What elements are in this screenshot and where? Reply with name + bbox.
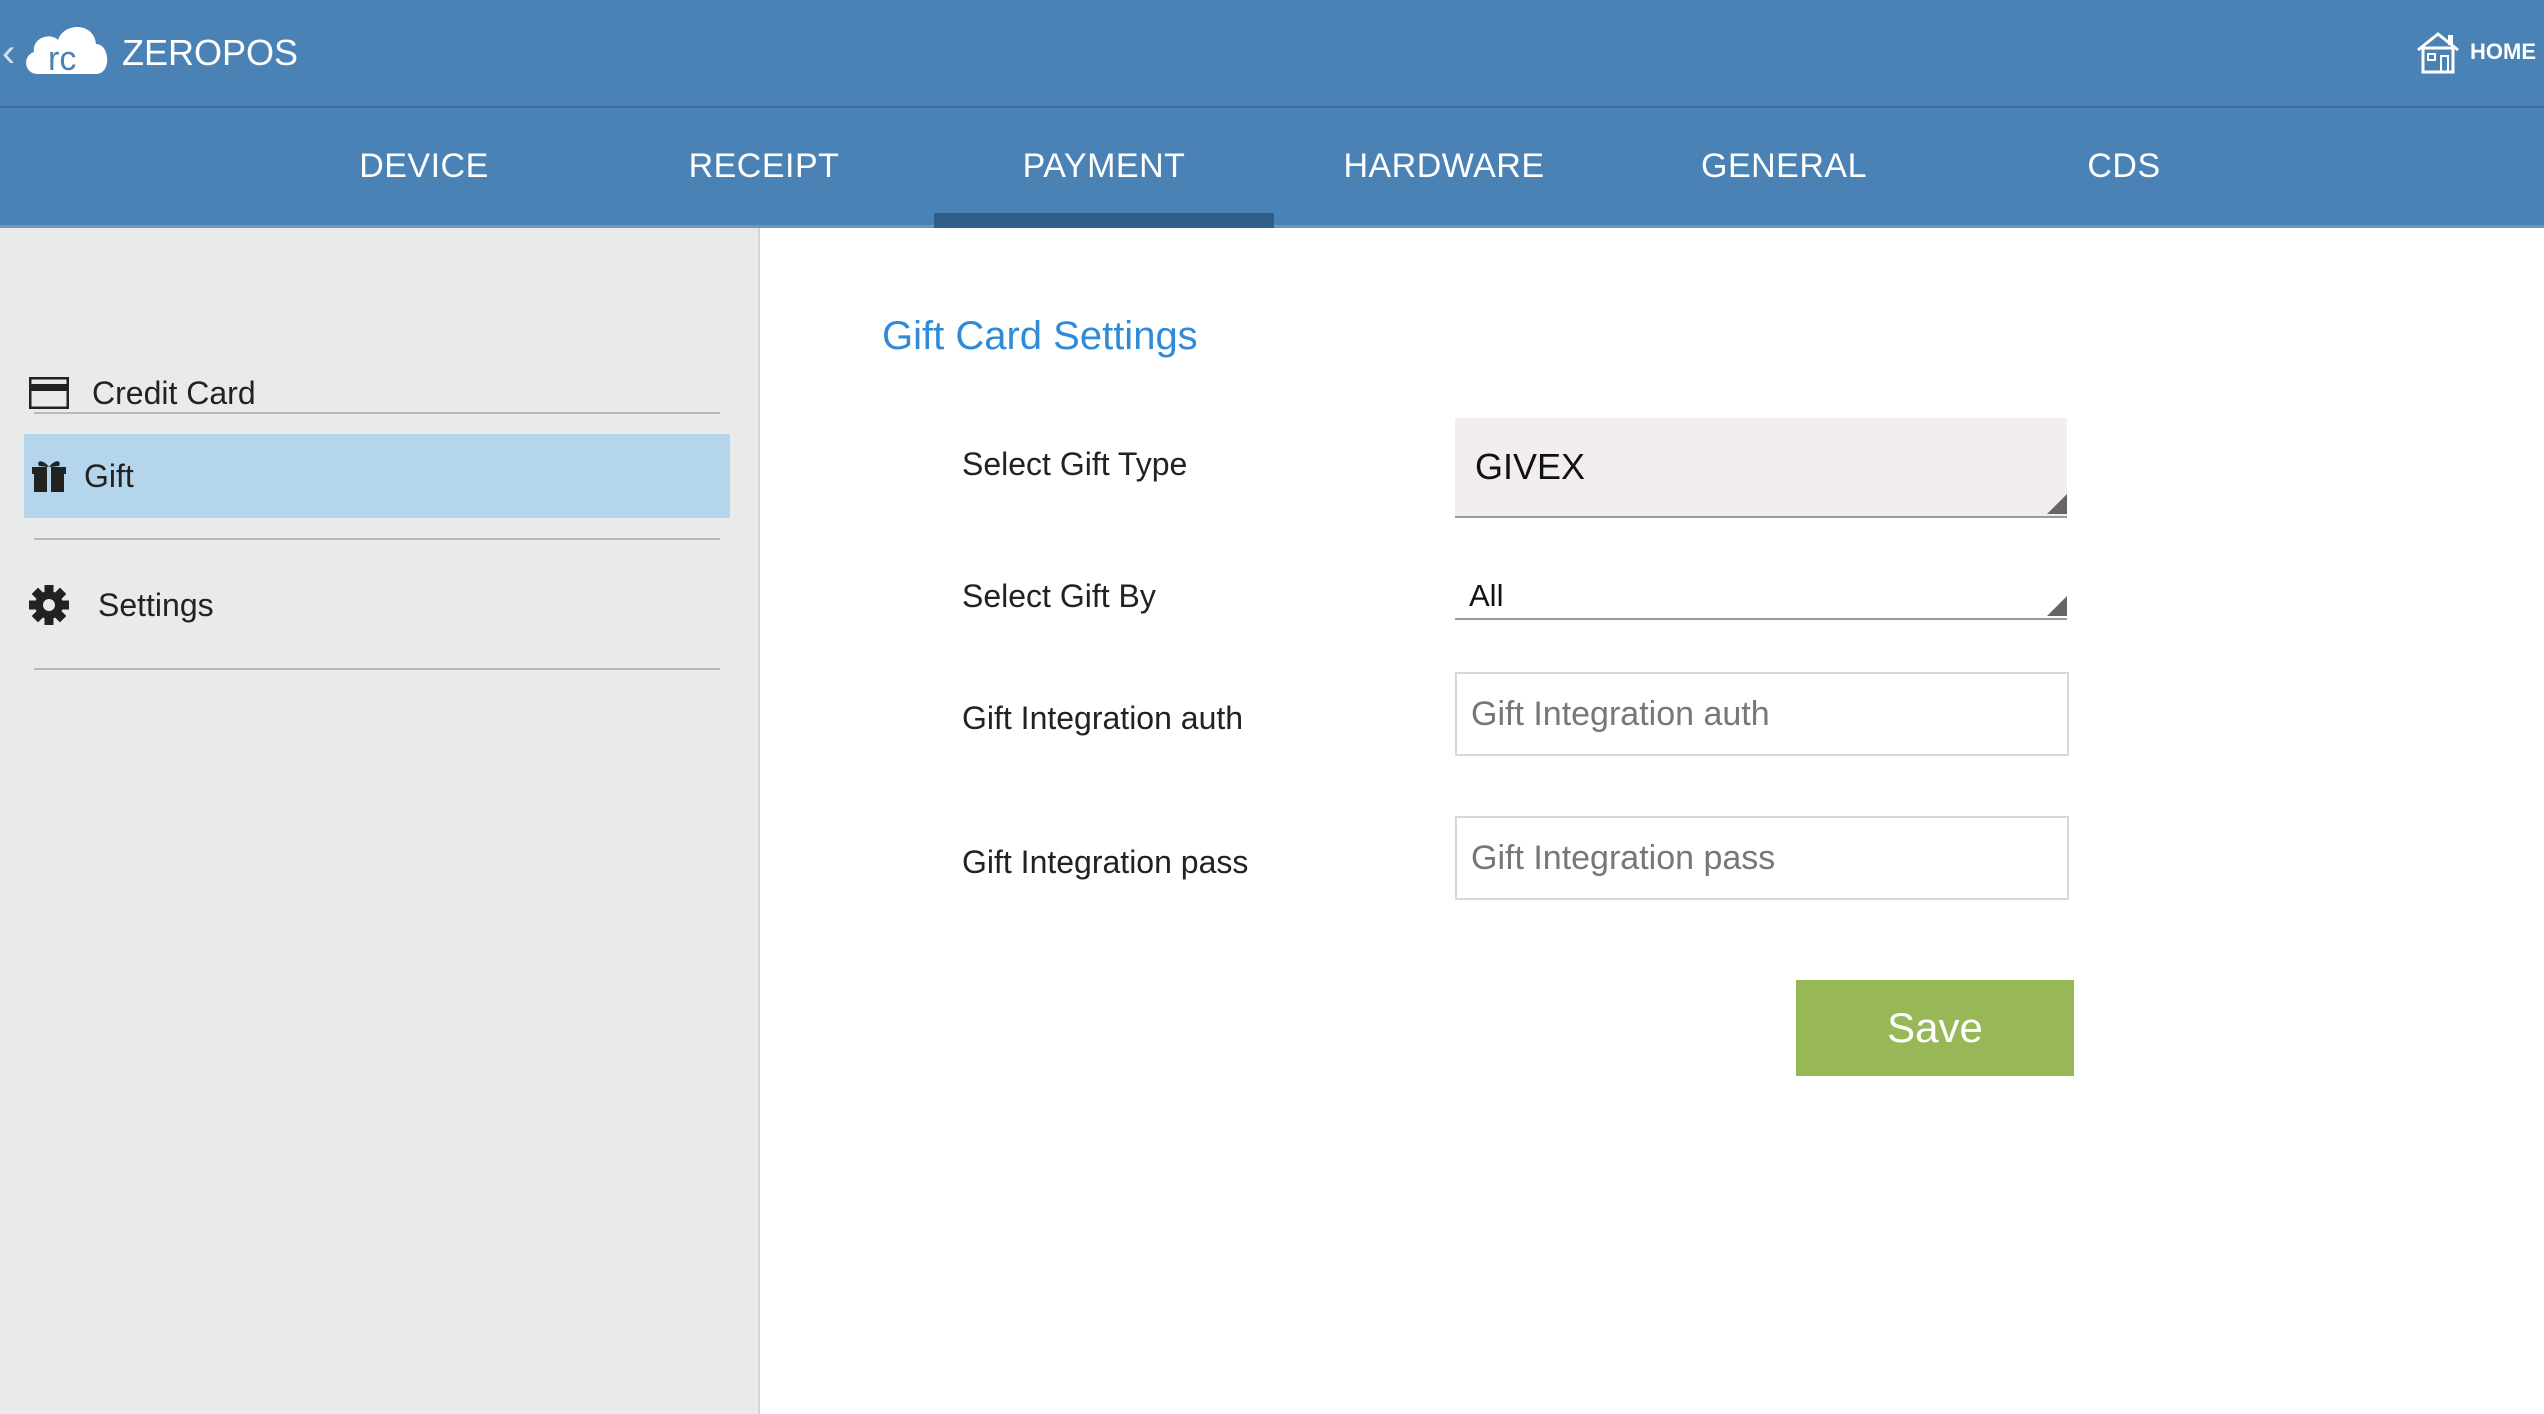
app-bar: ‹ rc ZEROPOS HOME	[0, 0, 2544, 108]
gift-by-select[interactable]: All	[1455, 564, 2067, 620]
tab-hardware[interactable]: HARDWARE	[1274, 108, 1614, 225]
gear-icon	[24, 580, 74, 630]
sidebar-item-gift[interactable]: Gift	[24, 434, 730, 518]
sidebar-divider	[34, 668, 720, 670]
gift-integration-auth-input[interactable]	[1455, 672, 2069, 756]
sidebar-item-label: Credit Card	[92, 374, 256, 411]
gift-icon	[24, 451, 74, 501]
auth-label: Gift Integration auth	[962, 700, 1244, 736]
gift-by-value: All	[1469, 578, 1504, 613]
section-title: Gift Card Settings	[882, 314, 1198, 358]
dropdown-corner-icon	[2047, 596, 2067, 616]
payment-sidebar: Credit Card Gift Settings	[0, 228, 760, 1414]
credit-card-icon	[24, 368, 74, 418]
sidebar-item-settings[interactable]: Settings	[24, 563, 730, 647]
tab-general[interactable]: GENERAL	[1614, 108, 1954, 225]
gift-card-settings-panel: Gift Card Settings Select Gift Type GIVE…	[760, 228, 2544, 1414]
tab-payment[interactable]: PAYMENT	[934, 108, 1274, 228]
home-button[interactable]: HOME	[2412, 26, 2536, 78]
pass-label: Gift Integration pass	[962, 844, 1249, 880]
sidebar-divider	[34, 538, 720, 540]
tab-cds[interactable]: CDS	[1954, 108, 2294, 225]
gift-integration-pass-input[interactable]	[1455, 816, 2069, 900]
gift-by-label: Select Gift By	[962, 578, 1156, 614]
tab-receipt[interactable]: RECEIPT	[594, 108, 934, 225]
tab-device[interactable]: DEVICE	[254, 108, 594, 225]
settings-tab-bar: DEVICE RECEIPT PAYMENT HARDWARE GENERAL …	[0, 108, 2544, 228]
gift-type-value: GIVEX	[1475, 446, 1586, 487]
sidebar-item-credit-card[interactable]: Credit Card	[24, 351, 730, 435]
save-button[interactable]: Save	[1796, 980, 2074, 1076]
sidebar-item-label: Settings	[98, 586, 214, 623]
home-label: HOME	[2470, 39, 2536, 64]
dropdown-corner-icon	[2047, 494, 2067, 514]
sidebar-item-label: Gift	[84, 457, 134, 494]
gift-type-select[interactable]: GIVEX	[1455, 418, 2067, 518]
logo-text: rc	[48, 40, 76, 78]
sidebar-divider	[34, 412, 720, 414]
home-icon	[2417, 32, 2459, 74]
back-chevron-icon[interactable]: ‹	[2, 28, 15, 78]
gift-type-label: Select Gift Type	[962, 446, 1188, 482]
app-title: ZEROPOS	[122, 32, 299, 73]
app-logo-icon[interactable]: rc	[18, 14, 114, 82]
